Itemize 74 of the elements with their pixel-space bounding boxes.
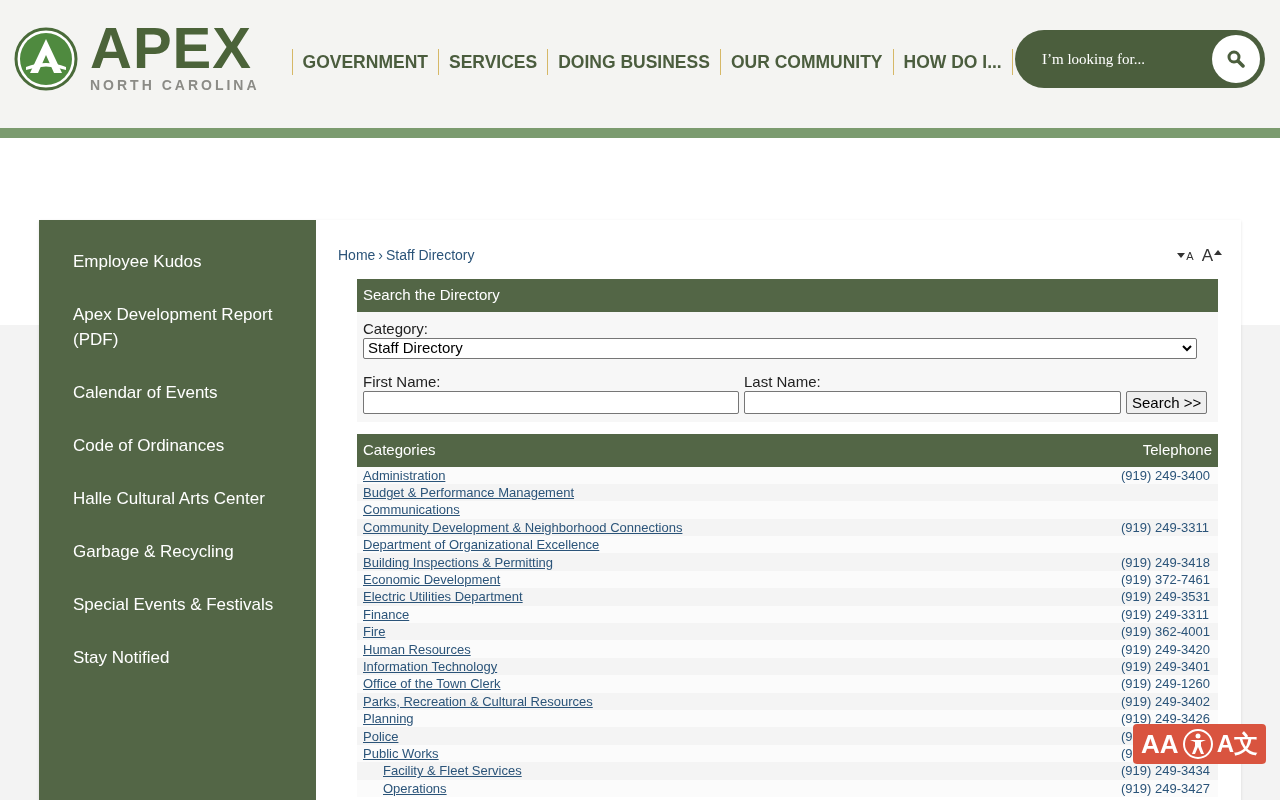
logo-subtitle: NORTH CAROLINA — [90, 75, 260, 95]
section-header: Search the Directory — [357, 278, 1218, 312]
caret-up-icon — [1214, 250, 1222, 255]
phone-number: (919) 249-3420 — [1121, 641, 1210, 657]
sidebar-link[interactable]: Apex Development Report (PDF) — [39, 288, 316, 366]
sidebar-link[interactable]: Stay Notified — [39, 631, 316, 684]
category-link[interactable]: Operations — [383, 780, 447, 796]
search-field[interactable]: I’m looking for... — [1015, 30, 1265, 88]
caret-down-icon — [1177, 253, 1186, 258]
breadcrumb-separator: › — [377, 246, 385, 266]
nav-link[interactable]: DOING BUSINESS — [548, 48, 720, 76]
accessibility-widget[interactable]: AA A文 — [1133, 724, 1266, 764]
column-header: Telephone — [1142, 439, 1212, 460]
sidebar-link[interactable]: Special Events & Festivals — [39, 578, 316, 631]
search-icon — [1227, 50, 1245, 68]
sidebar-link[interactable]: Code of Ordinances — [39, 419, 316, 472]
nav-link[interactable]: SERVICES — [439, 48, 548, 76]
nav-link[interactable]: GOVERNMENT — [292, 48, 438, 76]
category-link[interactable]: Economic Development — [363, 572, 501, 588]
sidebar-link[interactable]: Garbage & Recycling — [39, 525, 316, 578]
category-link[interactable]: Fire — [363, 624, 386, 640]
phone-number: (919) 249-3311 — [1121, 519, 1209, 535]
category-label: Category: — [363, 319, 430, 338]
translate-label[interactable]: A文 — [1216, 729, 1258, 759]
phone-number: (919) 249-3402 — [1121, 693, 1210, 709]
phone-number: (919) 249-3427 — [1121, 780, 1210, 796]
phone-number: (9 — [1121, 745, 1133, 761]
category-link[interactable]: Information Technology — [363, 659, 498, 674]
category-link[interactable]: Finance — [363, 606, 410, 622]
category-link[interactable]: Administration — [363, 467, 446, 483]
category-link[interactable]: Electric Utilities Department — [363, 589, 523, 605]
phone-number: (919) 372-7461 — [1121, 572, 1210, 588]
category-link[interactable]: Community Development & Neighborhood Connections — [363, 519, 683, 535]
phone-number: (919) 249-3418 — [1121, 554, 1210, 570]
category-link[interactable]: Police — [363, 728, 399, 744]
category-link[interactable]: Human Resources — [363, 641, 471, 657]
phone-number: (919) 249-3400 — [1121, 467, 1210, 483]
decrease-font-button[interactable]: A — [1177, 247, 1194, 264]
phone-number: (919) 249-3401 — [1121, 659, 1210, 674]
chevron-down-icon — [1182, 344, 1192, 352]
category-link[interactable]: Planning — [363, 711, 414, 727]
category-link[interactable]: Public Works — [363, 745, 439, 761]
sidebar-link[interactable]: Calendar of Events — [39, 366, 316, 419]
phone-number: (919) 249-3531 — [1121, 589, 1210, 605]
accessibility-icon[interactable] — [1181, 728, 1214, 760]
column-header: Categories — [363, 439, 436, 460]
search-button[interactable] — [1212, 35, 1260, 83]
category-link[interactable]: Communications — [363, 502, 460, 518]
logo-icon — [14, 27, 78, 91]
sidebar-link[interactable]: Halle Cultural Arts Center — [39, 472, 316, 525]
phone-number: (919) 362-4001 — [1121, 624, 1210, 640]
category-link[interactable]: Facility & Fleet Services — [383, 763, 522, 779]
nav-link[interactable]: HOW DO I... — [893, 48, 1012, 76]
breadcrumb-link[interactable]: Home — [338, 245, 376, 267]
category-link[interactable]: Parks, Recreation & Cultural Resources — [363, 693, 593, 709]
phone-number: (9 — [1121, 728, 1133, 744]
sidebar-link[interactable]: Employee Kudos — [39, 235, 316, 288]
phone-number: (919) 249-1260 — [1121, 676, 1210, 692]
phone-number: (919) 249-3426 — [1121, 711, 1210, 727]
category-link[interactable]: Office of the Town Clerk — [363, 676, 501, 692]
increase-font-button[interactable]: A — [1201, 243, 1222, 269]
text-size-label[interactable]: AA — [1141, 729, 1179, 759]
last-name-field[interactable] — [744, 390, 1121, 414]
first-name-field[interactable] — [363, 390, 739, 414]
phone-number: (919) 249-3434 — [1121, 763, 1210, 779]
category-link[interactable]: Building Inspections & Permitting — [363, 554, 554, 570]
first-name-label: First Name: — [363, 372, 442, 391]
logo-name: APEX — [90, 22, 253, 73]
nav-link[interactable]: OUR COMMUNITY — [720, 48, 893, 76]
phone-number: (919) 249-3311 — [1121, 606, 1209, 622]
breadcrumb-link[interactable]: Staff Directory — [386, 245, 475, 267]
search-submit-button[interactable]: Search >> — [1126, 390, 1208, 414]
last-name-label: Last Name: — [744, 372, 822, 391]
category-select[interactable]: Staff Directory — [363, 337, 1197, 359]
